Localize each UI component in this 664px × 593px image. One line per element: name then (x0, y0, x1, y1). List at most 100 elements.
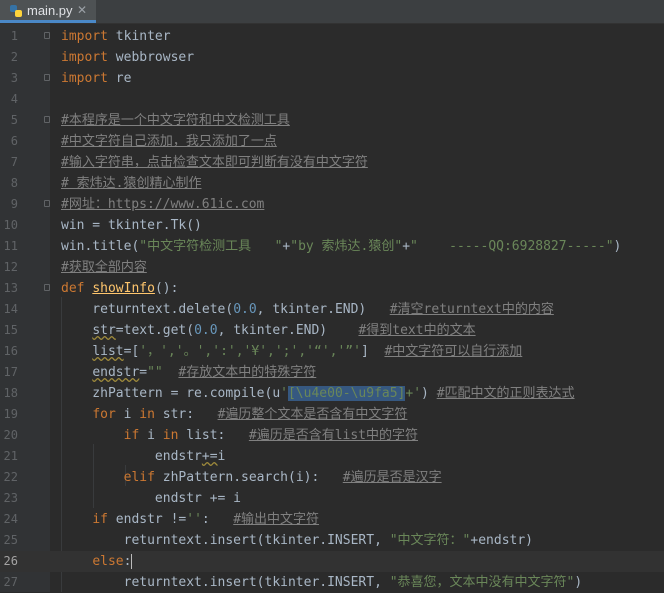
code-token: showInfo (92, 281, 155, 296)
tab-file-name: main.py (27, 3, 73, 18)
line-number: 15 (3, 323, 18, 337)
line-number: 27 (3, 575, 18, 589)
code-line[interactable]: 9 #网址：https://www.61ic.com (0, 194, 664, 215)
tab-main-py[interactable]: main.py ✕ (0, 0, 96, 23)
close-icon[interactable]: ✕ (77, 3, 87, 17)
line-number: 3 (10, 71, 18, 85)
code-line[interactable]: 10 win = tkinter.Tk() (0, 215, 664, 236)
line-number: 19 (3, 407, 18, 421)
code-line[interactable]: 26 else: (0, 551, 664, 572)
line-number: 18 (3, 386, 18, 400)
code-text: list=['，','。',':','¥',';','“','”'] #中文字符… (61, 341, 522, 362)
code-line[interactable]: 5 #本程序是一个中文字符和中文检测工具 (0, 110, 664, 131)
code-token: "中文字符检测工具 " (139, 239, 283, 254)
code-token: if (123, 428, 140, 443)
code-line[interactable]: 13 def showInfo(): (0, 278, 664, 299)
code-token: #清空returntext中的内容 (389, 302, 554, 317)
line-number: 16 (3, 344, 18, 358)
code-line[interactable]: 15 str=text.get(0.0, tkinter.END) #得到tex… (0, 320, 664, 341)
code-token: in (162, 428, 179, 443)
line-number: 22 (3, 470, 18, 484)
code-line[interactable]: 19 for i in str: #遍历整个文本是否含有中文字符 (0, 404, 664, 425)
code-text: returntext.delete(0.0, tkinter.END) #清空r… (61, 299, 554, 320)
fold-marker-icon[interactable] (44, 116, 50, 123)
fold-marker-icon[interactable] (44, 284, 50, 291)
code-token: elif (123, 470, 155, 485)
code-line[interactable]: 27 returntext.insert(tkinter.INSERT, "恭喜… (0, 572, 664, 593)
code-text: #网址：https://www.61ic.com (61, 194, 264, 215)
code-line[interactable]: 6 #中文字符自己添加，我只添加了一点 (0, 131, 664, 152)
code-token: : (123, 554, 132, 569)
code-line[interactable]: 16 list=['，','。',':','¥',';','“','”'] #中… (0, 341, 664, 362)
code-line[interactable]: 24 if endstr !='': #输出中文字符 (0, 509, 664, 530)
code-token: import (61, 71, 108, 86)
code-line[interactable]: 25 returntext.insert(tkinter.INSERT, "中文… (0, 530, 664, 551)
fold-marker-icon[interactable] (44, 200, 50, 207)
python-file-icon (10, 5, 22, 17)
code-line[interactable]: 14 returntext.delete(0.0, tkinter.END) #… (0, 299, 664, 320)
line-number: 14 (3, 302, 18, 316)
code-text: zhPattern = re.compile(u'[\u4e00-\u9fa5]… (61, 383, 575, 404)
code-token: webbrowser (107, 50, 195, 65)
code-token: : (201, 512, 234, 527)
code-token: ) (613, 239, 622, 254)
code-editor[interactable]: 1 import tkinter 2 import webbrowser 3 import… (0, 24, 664, 592)
code-line[interactable]: 2 import webbrowser (0, 47, 664, 68)
code-token: str: (154, 407, 218, 422)
line-number: 7 (10, 155, 18, 169)
code-text: # 索炜达.猿创精心制作 (61, 173, 201, 194)
code-line[interactable]: 3 import re (0, 68, 664, 89)
code-token: str (92, 323, 116, 338)
code-token: import (61, 29, 108, 44)
code-token: win = tkinter.Tk() (61, 218, 202, 233)
code-line[interactable]: 8 # 索炜达.猿创精心制作 (0, 173, 664, 194)
code-token: ) (421, 386, 437, 401)
code-token: =text.get( (115, 323, 195, 338)
code-token: # 索炜达.猿创精心制作 (61, 176, 202, 191)
code-token: endstr != (107, 512, 187, 527)
code-token: list (92, 344, 124, 359)
code-token: "恭喜您，文本中没有中文字符" (389, 575, 575, 590)
code-token: returntext.insert(tkinter.INSERT, (61, 533, 390, 548)
code-line[interactable]: 22 elif zhPattern.search(i): #遍历是否是汉字 (0, 467, 664, 488)
code-token: 0.0 (233, 302, 257, 317)
code-token: if (92, 512, 108, 527)
fold-marker-icon[interactable] (44, 32, 50, 39)
code-line[interactable]: 23 endstr += i (0, 488, 664, 509)
code-text: #中文字符自己添加，我只添加了一点 (61, 131, 277, 152)
code-token: #得到text中的文本 (358, 323, 476, 338)
fold-marker-icon[interactable] (44, 74, 50, 81)
code-token: ' (280, 386, 288, 401)
code-token: =[ (123, 344, 140, 359)
code-token: + (402, 239, 411, 254)
code-line[interactable]: 21 endstr+=i (0, 446, 664, 467)
code-token: endstr += i (61, 491, 242, 506)
line-number: 20 (3, 428, 18, 442)
line-number: 21 (3, 449, 18, 463)
code-line[interactable]: 7 #输入字符串，点击检查文本即可判断有没有中文字符 (0, 152, 664, 173)
code-text: endstr="" #存放文本中的特殊字符 (61, 362, 316, 383)
code-line[interactable]: 1 import tkinter (0, 26, 664, 47)
code-token: in (139, 407, 155, 422)
code-line[interactable]: 12 #获取全部内容 (0, 257, 664, 278)
code-line[interactable]: 18 zhPattern = re.compile(u'[\u4e00-\u9f… (0, 383, 664, 404)
code-line[interactable]: 20 if i in list: #遍历是否含有list中的字符 (0, 425, 664, 446)
line-number: 9 (10, 197, 18, 211)
line-number: 6 (10, 134, 18, 148)
code-token: tkinter (107, 29, 171, 44)
line-number: 4 (10, 92, 18, 106)
code-token: += (201, 449, 218, 464)
code-token: i (139, 428, 163, 443)
code-text: if i in list: #遍历是否含有list中的字符 (61, 425, 418, 446)
code-line[interactable]: 4 (0, 89, 664, 110)
code-token: #输入字符串，点击检查文本即可判断有没有中文字符 (61, 155, 368, 170)
code-token: #遍历是否含有list中的字符 (248, 428, 419, 443)
code-line[interactable]: 11 win.title("中文字符检测工具 "+"by 索炜达.猿创"+" --… (0, 236, 664, 257)
code-text: import webbrowser (61, 47, 194, 68)
code-line[interactable]: 17 endstr="" #存放文本中的特殊字符 (0, 362, 664, 383)
